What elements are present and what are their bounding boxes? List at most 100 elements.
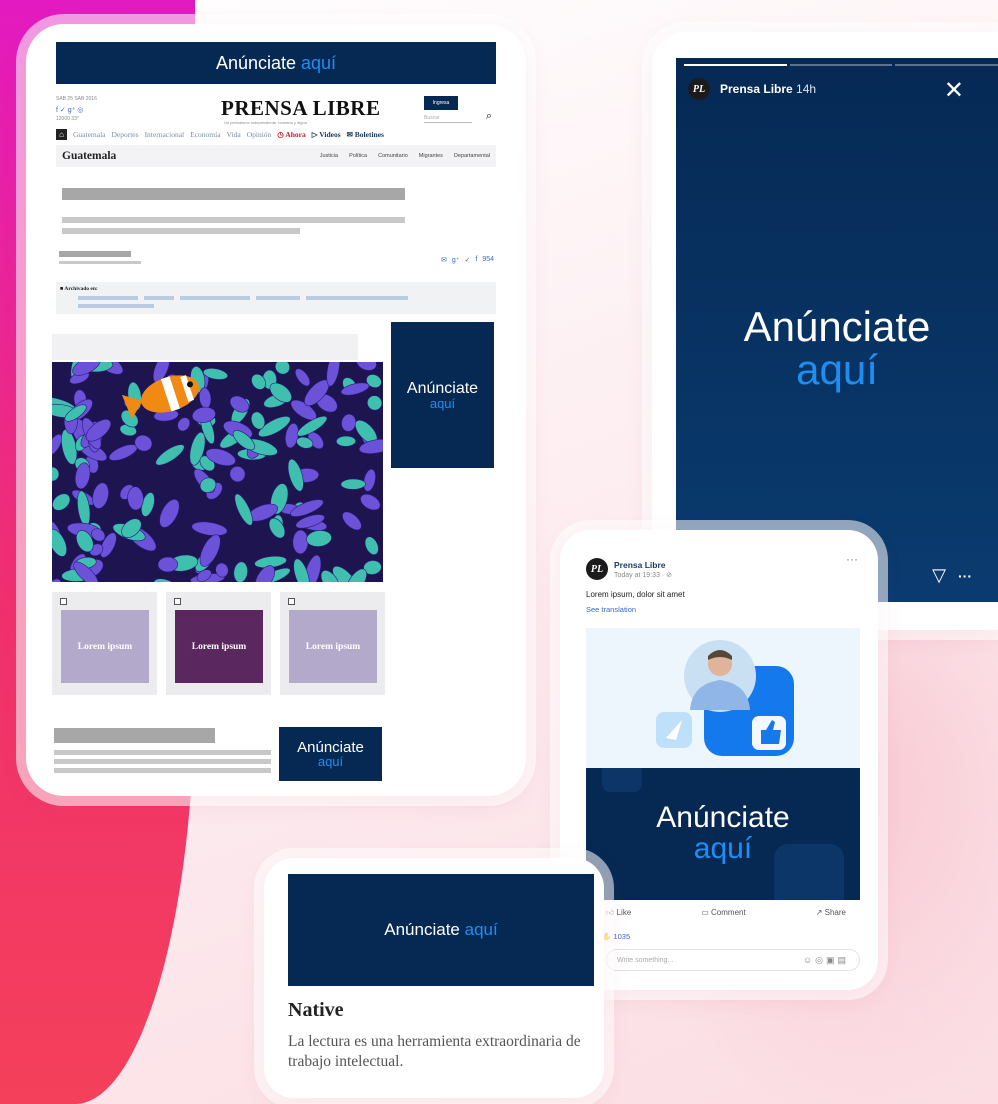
like-label: Like	[616, 908, 632, 917]
logo-tagline: Un periodismo independiente, honrado y d…	[224, 120, 307, 125]
comment-button[interactable]: ▭ Comment	[701, 908, 745, 918]
subtitle-placeholder-line	[62, 228, 300, 234]
card-tile: Lorem ipsum	[175, 610, 263, 683]
footer-line-placeholder	[54, 768, 271, 773]
see-translation-link[interactable]: See translation	[586, 605, 636, 614]
nav-item-boletines[interactable]: ✉ Boletines	[347, 130, 384, 139]
email-share-icon[interactable]: ✉	[441, 256, 447, 264]
share-button[interactable]: ↗ Share	[816, 908, 846, 918]
like-button[interactable]: 👍︎ Like	[606, 908, 631, 918]
more-icon[interactable]: ···	[846, 552, 858, 566]
related-card[interactable]: Lorem ipsum	[52, 592, 157, 695]
section-header: Guatemala Justicia Política Comunitario …	[56, 145, 496, 167]
card-checkbox[interactable]	[288, 598, 295, 605]
comment-placeholder: Write something...	[617, 957, 674, 964]
story-account[interactable]: Prensa Libre 14h	[720, 82, 816, 96]
fb-post-image[interactable]	[586, 628, 860, 768]
reaction-count[interactable]: ✋ 1035	[602, 932, 630, 941]
subtitle-placeholder-line	[62, 217, 405, 223]
nav-item-ahora[interactable]: ◷ Ahora	[277, 130, 305, 139]
search-input[interactable]: Buscar	[424, 113, 472, 123]
comment-input[interactable]: Write something... ☺◎▣▤	[606, 949, 860, 971]
ad-word-primary: Anúnciate	[384, 920, 460, 939]
nav-item-vida[interactable]: Vida	[227, 130, 241, 139]
section-title: Guatemala	[62, 150, 117, 162]
ad-label-strip	[52, 334, 358, 360]
search-icon[interactable]: ⌕	[486, 110, 492, 123]
tag-link[interactable]	[144, 296, 174, 300]
googleplus-share-icon[interactable]: g⁺	[452, 256, 460, 264]
nav-videos-label: Videos	[319, 129, 341, 139]
footer-title-placeholder	[54, 728, 215, 743]
nav-ahora-label: Ahora	[285, 129, 306, 139]
tag-link[interactable]	[180, 296, 250, 300]
login-button[interactable]: Ingresa	[424, 96, 458, 110]
inline-bottom-ad[interactable]: Anúnciate aquí	[279, 727, 382, 781]
fb-avatar[interactable]: PL	[586, 558, 608, 580]
sidebar-ad[interactable]: Anúnciate aquí	[391, 322, 494, 468]
prensa-libre-logo[interactable]: PRENSA LIBRE	[221, 96, 380, 121]
card-tile: Lorem ipsum	[61, 610, 149, 683]
ad-word-accent: aquí	[317, 754, 344, 769]
related-card[interactable]: Lorem ipsum	[280, 592, 385, 695]
twitter-share-icon[interactable]: ✓	[464, 256, 470, 264]
tags-label: Archivado en:	[64, 286, 98, 292]
card-checkbox[interactable]	[60, 598, 67, 605]
nav-item-videos[interactable]: ▷ Videos	[312, 130, 341, 139]
story-progress-bar	[684, 64, 998, 66]
close-icon[interactable]: ✕	[944, 76, 964, 105]
subnav-migrantes[interactable]: Migrantes	[419, 153, 443, 159]
story-page-name: Prensa Libre	[720, 82, 793, 96]
fb-page-name[interactable]: Prensa Libre	[614, 560, 666, 570]
folder-icon: ■ Archivado en:	[60, 286, 98, 292]
ad-word-primary: Anúnciate	[406, 379, 479, 397]
share-count: 954	[482, 256, 494, 263]
ad-word-accent: aquí	[301, 52, 337, 73]
footer-line-placeholder	[54, 759, 271, 764]
home-icon[interactable]: ⌂	[56, 128, 67, 140]
nav-item-guatemala[interactable]: Guatemala	[73, 130, 105, 139]
story-screen[interactable]: PL Prensa Libre 14h ✕ Anúnciate aquí ▽ ·…	[676, 58, 998, 602]
subnav-justicia[interactable]: Justicia	[320, 153, 338, 159]
native-ad-banner[interactable]: Anúnciate aquí	[288, 874, 594, 986]
send-icon[interactable]: ▽	[932, 565, 946, 586]
nav-item-opinion[interactable]: Opinión	[247, 130, 272, 139]
more-icon[interactable]: ···	[958, 568, 972, 584]
fb-actions-bar: 👍︎ Like ▭ Comment ↗ Share	[606, 908, 846, 918]
nav-item-deportes[interactable]: Deportes	[111, 130, 138, 139]
subnav-departamental[interactable]: Departamental	[454, 153, 490, 159]
section-subnav: Justicia Política Comunitario Migrantes …	[320, 153, 496, 159]
card-tile: Lorem ipsum	[289, 610, 377, 683]
decor-square	[602, 768, 642, 792]
footer-line-placeholder	[54, 750, 271, 755]
masthead: SAB 25 SAB 2016 f ✓ g⁺ ◎ 12000 33° PRENS…	[56, 94, 496, 150]
tag-link[interactable]	[78, 304, 154, 308]
related-card[interactable]: Lorem ipsum	[166, 592, 271, 695]
fb-time-text: Today at 19:33 ·	[614, 572, 667, 579]
ad-word-accent: aquí	[429, 395, 456, 411]
globe-icon: ⊘	[666, 572, 673, 579]
header-date: SAB 25 SAB 2016	[56, 96, 97, 102]
facebook-post-mockup: PL Prensa Libre Today at 19:33 · ⊘ ··· L…	[560, 530, 878, 990]
social-icons[interactable]: f ✓ g⁺ ◎	[56, 106, 83, 114]
fb-ad-creative[interactable]: Anúnciate aquí	[586, 768, 860, 900]
nav-item-economia[interactable]: Economía	[190, 130, 220, 139]
fb-post-text: Lorem ipsum, dolor sit amet	[586, 590, 685, 599]
headline-placeholder	[62, 188, 405, 200]
ad-word-primary: Anúnciate	[297, 739, 364, 756]
comment-tools-icons[interactable]: ☺◎▣▤	[803, 955, 849, 966]
main-nav: ⌂ Guatemala Deportes Internacional Econo…	[56, 128, 496, 140]
story-avatar[interactable]: PL	[688, 78, 710, 100]
story-time: 14h	[796, 82, 817, 96]
nav-item-internacional[interactable]: Internacional	[145, 130, 185, 139]
tag-link[interactable]	[78, 296, 138, 300]
native-body: La lectura es una herramienta extraordin…	[288, 1033, 581, 1070]
subnav-politica[interactable]: Política	[349, 153, 367, 159]
tag-link[interactable]	[256, 296, 300, 300]
decor-square	[774, 844, 844, 900]
tag-link[interactable]	[306, 296, 408, 300]
facebook-share-icon[interactable]: f	[475, 256, 477, 264]
card-checkbox[interactable]	[174, 598, 181, 605]
top-banner-ad[interactable]: Anúnciate aquí	[56, 42, 496, 84]
subnav-comunitario[interactable]: Comunitario	[378, 153, 408, 159]
